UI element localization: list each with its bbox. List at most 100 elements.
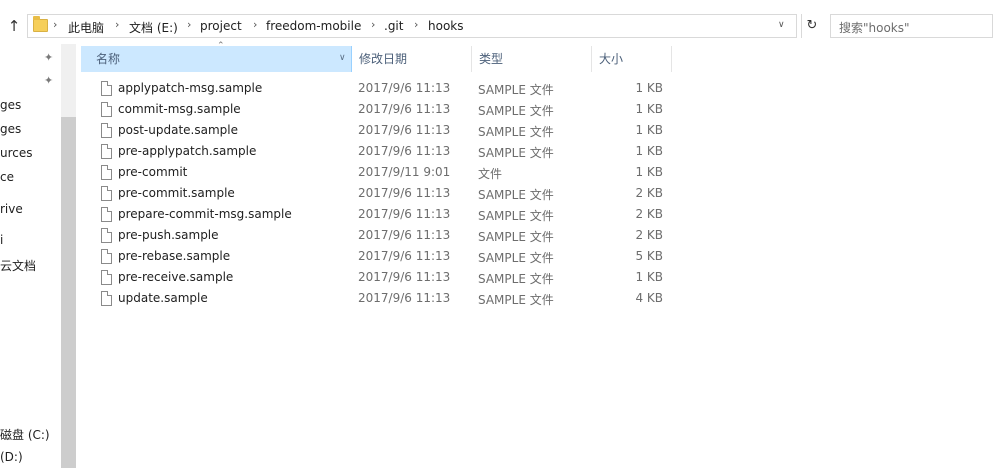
file-row[interactable]: applypatch-msg.sample 2017/9/6 11:13 SAM… (81, 78, 672, 99)
file-row[interactable]: pre-applypatch.sample 2017/9/6 11:13 SAM… (81, 141, 672, 162)
nav-item-images-2[interactable]: ges (0, 122, 21, 136)
navigation-pane: ✦ ✦ ges ges urces ce rive i 云文档 磁盘 (C:) … (0, 44, 61, 468)
file-icon (101, 207, 112, 222)
breadcrumb-project[interactable]: project (200, 19, 242, 33)
file-size: 4 KB (635, 291, 663, 305)
file-row[interactable]: update.sample 2017/9/6 11:13 SAMPLE 文件 4… (81, 288, 672, 309)
nav-item-cloud-docs[interactable]: 云文档 (0, 257, 36, 274)
file-name: applypatch-msg.sample (118, 81, 263, 95)
column-header-date[interactable]: 修改日期 (352, 46, 472, 72)
address-bar[interactable]: › 此电脑 › 文档 (E:) › project › freedom-mobi… (27, 14, 817, 38)
nav-item-images[interactable]: ges (0, 98, 21, 112)
file-icon (101, 228, 112, 243)
nav-item-onedrive[interactable]: rive (0, 202, 23, 216)
chevron-down-icon[interactable]: ∨ (339, 53, 346, 63)
chevron-right-icon[interactable]: › (53, 18, 57, 31)
breadcrumb-documents-e[interactable]: 文档 (E:) (129, 19, 178, 36)
folder-icon (33, 16, 48, 32)
address-bar-row: ↑ › 此电脑 › 文档 (E:) › project › freedom-mo… (0, 12, 993, 42)
file-icon (101, 81, 112, 96)
file-size: 2 KB (635, 207, 663, 221)
file-date: 2017/9/6 11:13 (358, 249, 451, 263)
file-date: 2017/9/6 11:13 (358, 291, 451, 305)
file-type: SAMPLE 文件 (478, 209, 554, 223)
chevron-right-icon[interactable]: › (371, 18, 375, 31)
file-type: 文件 (478, 167, 503, 181)
file-name: update.sample (118, 291, 208, 305)
file-row[interactable]: pre-receive.sample 2017/9/6 11:13 SAMPLE… (81, 267, 672, 288)
breadcrumb-hooks[interactable]: hooks (428, 19, 464, 33)
column-header-size[interactable]: 大小 (592, 46, 672, 72)
file-icon (101, 102, 112, 117)
file-size: 2 KB (635, 186, 663, 200)
file-icon (101, 123, 112, 138)
breadcrumb-freedom-mobile[interactable]: freedom-mobile (266, 19, 361, 33)
file-date: 2017/9/6 11:13 (358, 144, 451, 158)
file-name: pre-commit.sample (118, 186, 235, 200)
nav-item-partial[interactable]: i (0, 233, 3, 247)
chevron-right-icon[interactable]: › (115, 18, 119, 31)
file-date: 2017/9/6 11:13 (358, 102, 451, 116)
file-icon (101, 144, 112, 159)
nav-item-drive-d[interactable]: (D:) (0, 450, 23, 464)
file-row[interactable]: pre-push.sample 2017/9/6 11:13 SAMPLE 文件… (81, 225, 672, 246)
chevron-right-icon[interactable]: › (187, 18, 191, 31)
file-row[interactable]: prepare-commit-msg.sample 2017/9/6 11:13… (81, 204, 672, 225)
file-type: SAMPLE 文件 (478, 146, 554, 160)
nav-scrollbar-thumb[interactable] (61, 117, 76, 468)
ribbon-strip (0, 0, 993, 8)
file-row[interactable]: commit-msg.sample 2017/9/6 11:13 SAMPLE … (81, 99, 672, 120)
file-name: commit-msg.sample (118, 102, 241, 116)
chevron-right-icon[interactable]: › (253, 18, 257, 31)
chevron-right-icon[interactable]: › (414, 18, 418, 31)
file-icon (101, 165, 112, 180)
file-row[interactable]: pre-commit.sample 2017/9/6 11:13 SAMPLE … (81, 183, 672, 204)
file-row[interactable]: pre-commit 2017/9/11 9:01 文件 1 KB (81, 162, 672, 183)
file-date: 2017/9/6 11:13 (358, 81, 451, 95)
file-size: 1 KB (635, 144, 663, 158)
file-row[interactable]: pre-rebase.sample 2017/9/6 11:13 SAMPLE … (81, 246, 672, 267)
file-icon (101, 186, 112, 201)
file-row[interactable]: post-update.sample 2017/9/6 11:13 SAMPLE… (81, 120, 672, 141)
breadcrumb-this-pc[interactable]: 此电脑 (68, 19, 104, 36)
file-icon (101, 291, 112, 306)
file-size: 1 KB (635, 102, 663, 116)
file-date: 2017/9/6 11:13 (358, 186, 451, 200)
refresh-icon[interactable]: ↻ (801, 14, 822, 38)
file-type: SAMPLE 文件 (478, 125, 554, 139)
pin-icon[interactable]: ✦ (44, 75, 56, 87)
file-type: SAMPLE 文件 (478, 104, 554, 118)
file-type: SAMPLE 文件 (478, 251, 554, 265)
sort-ascending-icon: ⌃ (217, 41, 225, 51)
file-date: 2017/9/6 11:13 (358, 207, 451, 221)
file-name: pre-commit (118, 165, 188, 179)
file-name: post-update.sample (118, 123, 238, 137)
column-name-label: 名称 (96, 52, 121, 66)
up-arrow-icon[interactable]: ↑ (4, 16, 24, 36)
nav-item-drive-c[interactable]: 磁盘 (C:) (0, 426, 50, 443)
file-name: prepare-commit-msg.sample (118, 207, 292, 221)
file-type: SAMPLE 文件 (478, 188, 554, 202)
file-icon (101, 270, 112, 285)
file-size: 1 KB (635, 123, 663, 137)
file-date: 2017/9/6 11:13 (358, 123, 451, 137)
nav-item-workspace[interactable]: ce (0, 170, 14, 184)
column-size-label: 大小 (599, 52, 624, 66)
column-date-label: 修改日期 (359, 52, 408, 66)
file-type: SAMPLE 文件 (478, 293, 554, 307)
column-header-type[interactable]: 类型 (472, 46, 592, 72)
file-name: pre-push.sample (118, 228, 219, 242)
file-size: 1 KB (635, 165, 663, 179)
breadcrumb-git[interactable]: .git (384, 19, 403, 33)
file-icon (101, 249, 112, 264)
pin-icon[interactable]: ✦ (44, 52, 56, 64)
search-input[interactable]: 搜索"hooks" (830, 14, 993, 38)
file-name: pre-applypatch.sample (118, 144, 257, 158)
file-date: 2017/9/6 11:13 (358, 228, 451, 242)
file-type: SAMPLE 文件 (478, 83, 554, 97)
file-name: pre-receive.sample (118, 270, 234, 284)
chevron-down-icon[interactable]: ∨ (778, 20, 785, 30)
nav-item-resources[interactable]: urces (0, 146, 33, 160)
file-size: 2 KB (635, 228, 663, 242)
file-size: 5 KB (635, 249, 663, 263)
